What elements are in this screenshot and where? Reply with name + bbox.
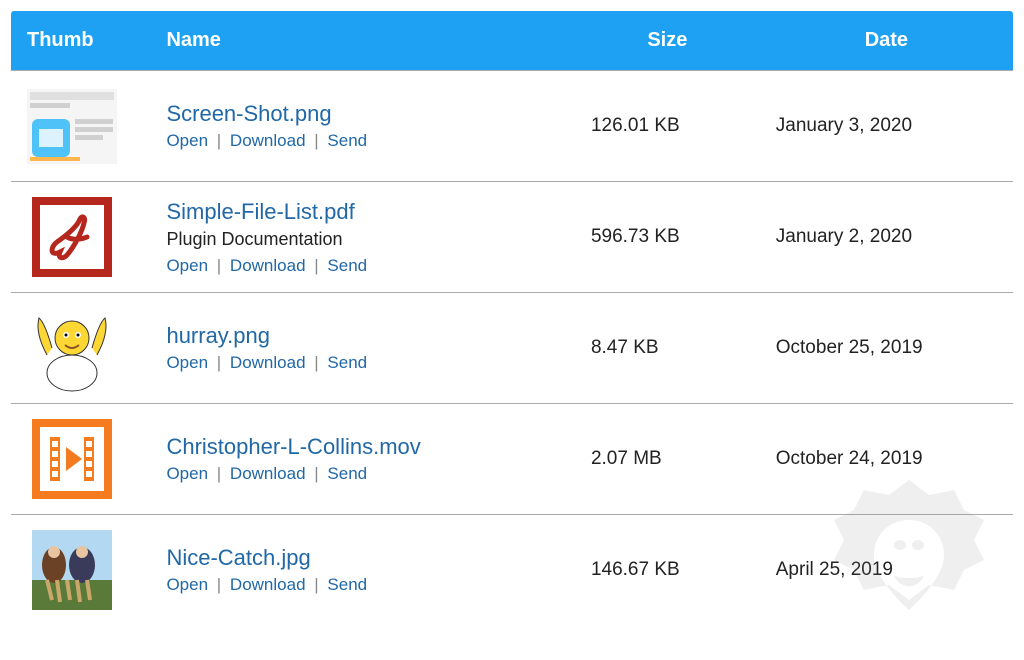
- file-name-link[interactable]: Simple-File-List.pdf: [166, 199, 354, 225]
- file-name-link[interactable]: Christopher-L-Collins.mov: [166, 434, 420, 460]
- file-name-link[interactable]: Nice-Catch.jpg: [166, 545, 310, 571]
- file-date: October 25, 2019: [760, 293, 1014, 404]
- send-link[interactable]: Send: [327, 464, 367, 483]
- header-date: Date: [760, 11, 1014, 71]
- file-size: 2.07 MB: [575, 404, 760, 515]
- thumbnail-cell: [11, 71, 151, 182]
- send-link[interactable]: Send: [327, 353, 367, 372]
- name-cell: Nice-Catch.jpg Open | Download | Send: [150, 515, 574, 626]
- file-actions: Open | Download | Send: [166, 464, 558, 484]
- action-separator: |: [212, 464, 226, 483]
- file-thumbnail[interactable]: [27, 303, 117, 393]
- table-row: Simple-File-List.pdf Plugin Documentation…: [11, 182, 1014, 293]
- table-row: hurray.pngOpen | Download | Send8.47 KBO…: [11, 293, 1014, 404]
- action-separator: |: [212, 256, 226, 275]
- action-separator: |: [212, 353, 226, 372]
- download-link[interactable]: Download: [230, 131, 306, 150]
- action-separator: |: [310, 256, 324, 275]
- open-link[interactable]: Open: [166, 353, 208, 372]
- header-name: Name: [150, 11, 574, 71]
- header-thumb: Thumb: [11, 11, 151, 71]
- table-row: Christopher-L-Collins.mov Open | Download…: [11, 404, 1014, 515]
- file-actions: Open | Download | Send: [166, 353, 558, 373]
- name-cell: Christopher-L-Collins.mov Open | Download…: [150, 404, 574, 515]
- download-link[interactable]: Download: [230, 353, 306, 372]
- download-link[interactable]: Download: [230, 575, 306, 594]
- name-cell: Simple-File-List.pdf Plugin Documentation…: [150, 182, 574, 293]
- action-separator: |: [212, 575, 226, 594]
- open-link[interactable]: Open: [166, 131, 208, 150]
- file-size: 8.47 KB: [575, 293, 760, 404]
- send-link[interactable]: Send: [327, 131, 367, 150]
- table-row: Screen-Shot.png Open | Download | Send 126…: [11, 71, 1014, 182]
- file-size: 146.67 KB: [575, 515, 760, 626]
- thumbnail-cell: [11, 293, 151, 404]
- action-separator: |: [310, 353, 324, 372]
- file-actions: Open | Download | Send: [166, 256, 558, 276]
- file-list-table: Thumb Name Size Date Screen-Shot.png Open…: [10, 10, 1014, 626]
- file-size: 596.73 KB: [575, 182, 760, 293]
- file-date: January 3, 2020: [760, 71, 1014, 182]
- file-thumbnail[interactable]: [27, 525, 117, 615]
- file-thumbnail[interactable]: [27, 81, 117, 171]
- open-link[interactable]: Open: [166, 575, 208, 594]
- action-separator: |: [310, 131, 324, 150]
- name-cell: hurray.png Open | Download | Send: [150, 293, 574, 404]
- file-name-link[interactable]: hurray.png: [166, 323, 270, 349]
- send-link[interactable]: Send: [327, 575, 367, 594]
- thumbnail-cell: [11, 404, 151, 515]
- file-size: 126.01 KB: [575, 71, 760, 182]
- download-link[interactable]: Download: [230, 464, 306, 483]
- file-actions: Open | Download | Send: [166, 575, 558, 595]
- file-actions: Open | Download | Send: [166, 131, 558, 151]
- thumbnail-cell: [11, 515, 151, 626]
- open-link[interactable]: Open: [166, 256, 208, 275]
- action-separator: |: [212, 131, 226, 150]
- open-link[interactable]: Open: [166, 464, 208, 483]
- file-thumbnail[interactable]: [27, 192, 117, 282]
- file-name-link[interactable]: Screen-Shot.png: [166, 101, 331, 127]
- table-header-row: Thumb Name Size Date: [11, 11, 1014, 71]
- thumbnail-cell: [11, 182, 151, 293]
- action-separator: |: [310, 464, 324, 483]
- action-separator: |: [310, 575, 324, 594]
- name-cell: Screen-Shot.png Open | Download | Send: [150, 71, 574, 182]
- file-date: April 25, 2019: [760, 515, 1014, 626]
- header-size: Size: [575, 11, 760, 71]
- file-date: October 24, 2019: [760, 404, 1014, 515]
- send-link[interactable]: Send: [327, 256, 367, 275]
- file-description: Plugin Documentation: [166, 229, 558, 250]
- table-row: Nice-Catch.jpg Open | Download | Send 146.…: [11, 515, 1014, 626]
- file-thumbnail[interactable]: [27, 414, 117, 504]
- download-link[interactable]: Download: [230, 256, 306, 275]
- file-date: January 2, 2020: [760, 182, 1014, 293]
